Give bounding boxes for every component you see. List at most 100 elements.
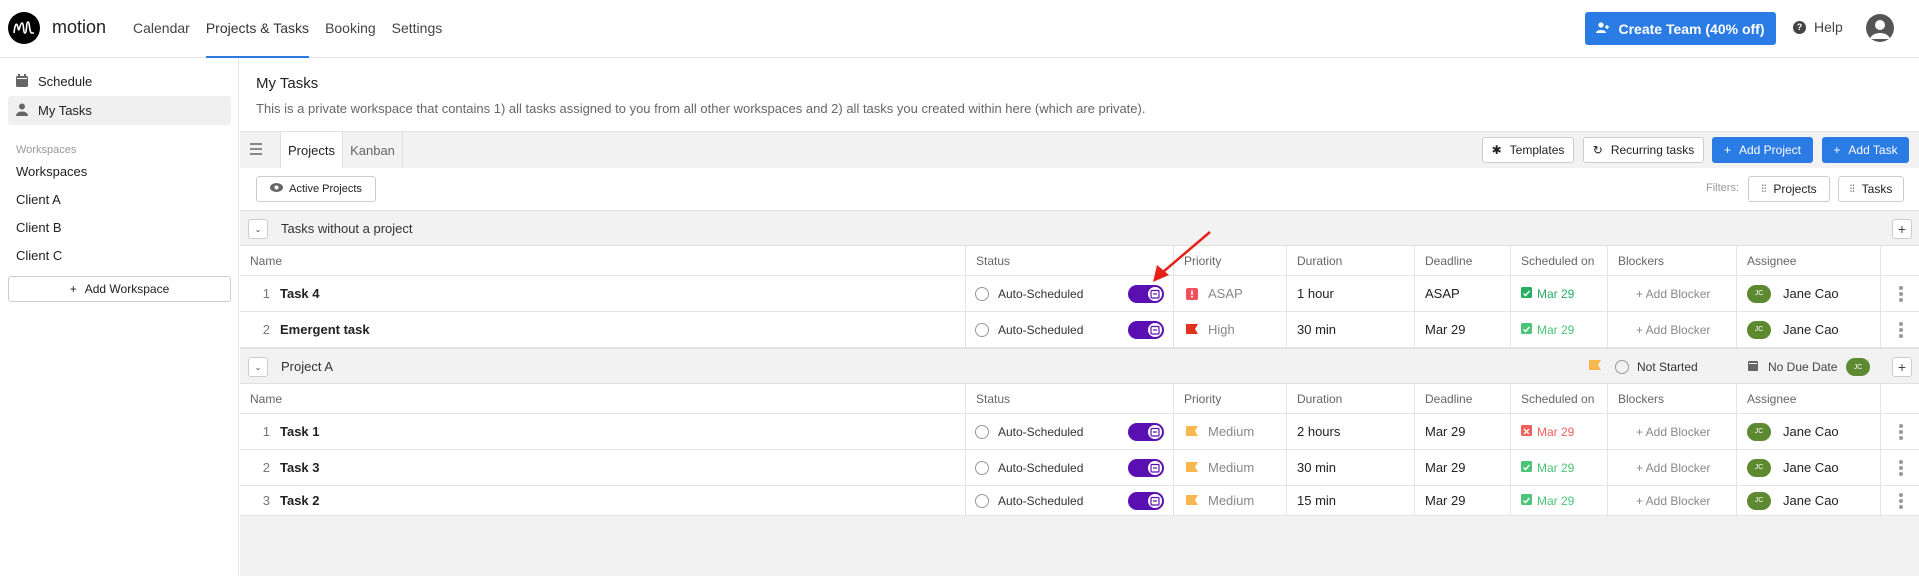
more-options-icon[interactable] (1899, 285, 1903, 302)
collapse-section-button[interactable]: ⌄ (248, 219, 268, 239)
column-header-assignee[interactable]: Assignee (1736, 384, 1880, 413)
active-projects-button[interactable]: Active Projects (256, 176, 376, 202)
workspace-item[interactable]: Client A (16, 192, 61, 207)
nav-calendar[interactable]: Calendar (133, 0, 190, 58)
more-options-icon[interactable] (1899, 423, 1903, 440)
task-name-cell[interactable]: 1 Task 4 (240, 276, 965, 311)
task-name-cell[interactable]: 3 Task 2 (240, 486, 965, 515)
add-blocker-link[interactable]: + Add Blocker (1608, 287, 1710, 301)
sidebar-item-my-tasks[interactable]: My Tasks (8, 96, 231, 125)
workspace-item[interactable]: Client B (16, 220, 62, 235)
priority-cell[interactable]: High (1173, 312, 1286, 347)
nav-settings[interactable]: Settings (392, 0, 443, 58)
column-header-status[interactable]: Status (965, 246, 1173, 275)
column-header-scheduled-on[interactable]: Scheduled on (1510, 384, 1607, 413)
table-row[interactable]: 3 Task 2 Auto-Scheduled Medium 15 min Ma… (240, 486, 1919, 516)
more-options-icon[interactable] (1899, 459, 1903, 476)
column-header-deadline[interactable]: Deadline (1414, 246, 1510, 275)
nav-projects-tasks[interactable]: Projects & Tasks (205, 0, 310, 58)
column-header-scheduled-on[interactable]: Scheduled on (1510, 246, 1607, 275)
create-team-button[interactable]: Create Team (40% off) (1585, 12, 1776, 45)
status-cell[interactable]: Auto-Scheduled (965, 486, 1173, 515)
task-name-cell[interactable]: 2 Emergent task (240, 312, 965, 347)
more-options-icon[interactable] (1899, 492, 1903, 509)
add-blocker-link[interactable]: + Add Blocker (1608, 323, 1710, 337)
duration-cell[interactable]: 1 hour (1286, 276, 1414, 311)
motion-logo[interactable] (8, 12, 40, 44)
scheduled-cell[interactable]: Mar 29 (1510, 414, 1607, 449)
project-assignee[interactable]: JC (1846, 349, 1870, 385)
project-status[interactable]: Not Started (1615, 349, 1698, 385)
collapse-section-button[interactable]: ⌄ (248, 357, 268, 377)
deadline-cell[interactable]: ASAP (1414, 276, 1510, 311)
add-blocker-link[interactable]: + Add Blocker (1608, 494, 1710, 508)
add-blocker-link[interactable]: + Add Blocker (1608, 461, 1710, 475)
duration-cell[interactable]: 15 min (1286, 486, 1414, 515)
status-circle-icon[interactable] (975, 286, 989, 301)
column-header-priority[interactable]: Priority (1173, 384, 1286, 413)
nav-booking[interactable]: Booking (325, 0, 376, 58)
column-header-name[interactable]: Name (240, 384, 965, 413)
priority-cell[interactable]: Medium (1173, 486, 1286, 515)
more-options-icon[interactable] (1899, 321, 1903, 338)
status-circle-icon[interactable] (975, 322, 989, 337)
table-row[interactable]: 2 Emergent task Auto-Scheduled High 30 m… (240, 312, 1919, 348)
status-cell[interactable]: Auto-Scheduled (965, 312, 1173, 347)
task-name-cell[interactable]: 1 Task 1 (240, 414, 965, 449)
scheduled-cell[interactable]: Mar 29 (1510, 450, 1607, 485)
column-header-status[interactable]: Status (965, 384, 1173, 413)
column-header-deadline[interactable]: Deadline (1414, 384, 1510, 413)
sidebar-item-schedule[interactable]: Schedule (8, 67, 231, 96)
deadline-cell[interactable]: Mar 29 (1414, 450, 1510, 485)
status-circle-icon[interactable] (975, 493, 989, 508)
menu-icon[interactable] (248, 141, 264, 157)
add-task-to-section-button[interactable]: + (1892, 219, 1912, 239)
status-cell[interactable]: Auto-Scheduled (965, 414, 1173, 449)
task-name[interactable]: Task 4 (280, 286, 320, 301)
auto-schedule-toggle[interactable] (1128, 458, 1164, 477)
column-header-name[interactable]: Name (240, 246, 965, 275)
duration-cell[interactable]: 2 hours (1286, 414, 1414, 449)
column-header-blockers[interactable]: Blockers (1607, 246, 1736, 275)
column-header-duration[interactable]: Duration (1286, 246, 1414, 275)
column-header-blockers[interactable]: Blockers (1607, 384, 1736, 413)
status-cell[interactable]: Auto-Scheduled (965, 450, 1173, 485)
workspace-item[interactable]: Client C (16, 248, 62, 263)
column-header-duration[interactable]: Duration (1286, 384, 1414, 413)
tab-projects[interactable]: Projects (280, 132, 343, 169)
add-workspace-button[interactable]: + Add Workspace (8, 276, 231, 302)
duration-cell[interactable]: 30 min (1286, 312, 1414, 347)
auto-schedule-toggle[interactable] (1128, 284, 1164, 303)
deadline-cell[interactable]: Mar 29 (1414, 312, 1510, 347)
add-task-button[interactable]: + Add Task (1822, 137, 1909, 163)
filter-projects-button[interactable]: ⫶⫶ Projects (1748, 176, 1830, 202)
assignee-cell[interactable]: JC Jane Cao (1736, 276, 1880, 311)
priority-cell[interactable]: Medium (1173, 414, 1286, 449)
deadline-cell[interactable]: Mar 29 (1414, 486, 1510, 515)
deadline-cell[interactable]: Mar 29 (1414, 414, 1510, 449)
status-circle-icon[interactable] (975, 460, 989, 475)
duration-cell[interactable]: 30 min (1286, 450, 1414, 485)
scheduled-cell[interactable]: Mar 29 (1510, 276, 1607, 311)
filter-tasks-button[interactable]: ⫶⫶ Tasks (1838, 176, 1904, 202)
task-name[interactable]: Task 2 (280, 493, 320, 508)
add-blocker-link[interactable]: + Add Blocker (1608, 425, 1710, 439)
table-row[interactable]: 1 Task 4 Auto-Scheduled ASAP 1 hour ASAP… (240, 276, 1919, 312)
project-priority[interactable] (1589, 349, 1601, 385)
scheduled-cell[interactable]: Mar 29 (1510, 486, 1607, 515)
recurring-tasks-button[interactable]: ↻ Recurring tasks (1583, 137, 1704, 163)
auto-schedule-toggle[interactable] (1128, 422, 1164, 441)
task-name[interactable]: Task 3 (280, 460, 320, 475)
column-header-assignee[interactable]: Assignee (1736, 246, 1880, 275)
tab-kanban[interactable]: Kanban (343, 132, 403, 169)
assignee-cell[interactable]: JC Jane Cao (1736, 486, 1880, 515)
assignee-cell[interactable]: JC Jane Cao (1736, 414, 1880, 449)
user-avatar[interactable] (1866, 14, 1894, 42)
status-circle-icon[interactable] (975, 424, 989, 439)
priority-cell[interactable]: ASAP (1173, 276, 1286, 311)
auto-schedule-toggle[interactable] (1128, 491, 1164, 510)
auto-schedule-toggle[interactable] (1128, 320, 1164, 339)
column-header-priority[interactable]: Priority (1173, 246, 1286, 275)
status-cell[interactable]: Auto-Scheduled (965, 276, 1173, 311)
assignee-cell[interactable]: JC Jane Cao (1736, 312, 1880, 347)
